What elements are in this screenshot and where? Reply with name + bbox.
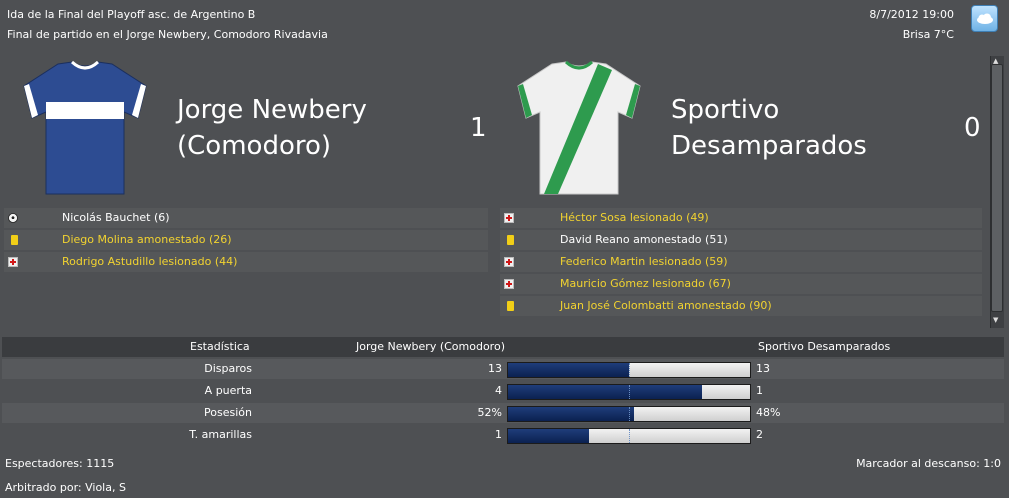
stat-label: T. amarillas <box>189 428 252 441</box>
halftime-score: Marcador al descanso: 1:0 <box>856 457 1001 470</box>
stat-bar-fill <box>508 385 702 399</box>
home-team-name-line1: Jorge Newbery <box>177 95 367 125</box>
stat-home-value: 13 <box>488 362 502 375</box>
weather-button[interactable] <box>971 5 998 32</box>
match-datetime: 8/7/2012 19:00 <box>869 8 954 21</box>
stat-bar-midline <box>629 363 630 377</box>
match-weather: Brisa 7°C <box>902 28 954 41</box>
home-event-row[interactable]: Rodrigo Astudillo lesionado (44) <box>4 252 488 272</box>
home-event-row[interactable]: Nicolás Bauchet (6) <box>4 208 488 228</box>
stat-bar-fill <box>508 429 589 443</box>
stat-bar <box>507 406 751 422</box>
yellow-card-icon <box>507 301 514 311</box>
away-event-text: Juan José Colombatti amonestado (90) <box>560 299 772 312</box>
match-title: Ida de la Final del Playoff asc. de Arge… <box>7 8 256 21</box>
stat-bar-midline <box>629 429 630 443</box>
away-event-text: Federico Martin lesionado (59) <box>560 255 728 268</box>
stat-row: T. amarillas 1 2 <box>2 425 1004 445</box>
home-team-name-line2: (Comodoro) <box>177 131 332 161</box>
stat-bar-fill <box>508 363 629 377</box>
stat-label: Disparos <box>204 362 252 375</box>
stat-bar-midline <box>629 407 630 421</box>
injury-icon <box>504 257 514 267</box>
stat-away-value: 48% <box>756 406 781 419</box>
injury-icon <box>504 213 514 223</box>
stat-bar <box>507 362 751 378</box>
stats-col-away: Sportivo Desamparados <box>758 340 891 353</box>
stat-home-value: 4 <box>495 384 502 397</box>
stat-bar <box>507 428 751 444</box>
yellow-card-icon <box>11 235 18 245</box>
away-event-row[interactable]: Héctor Sosa lesionado (49) <box>500 208 982 228</box>
away-team-name: Sportivo Desamparados <box>671 92 931 164</box>
home-event-text: Nicolás Bauchet (6) <box>62 211 170 224</box>
away-event-row[interactable]: Federico Martin lesionado (59) <box>500 252 982 272</box>
stat-home-value: 52% <box>477 406 502 419</box>
away-team-name-line1: Sportivo <box>671 95 780 125</box>
stat-row: A puerta 4 1 <box>2 381 1004 401</box>
goal-ball-icon <box>8 213 18 223</box>
home-event-text: Diego Molina amonestado (26) <box>62 233 232 246</box>
stat-bar-fill <box>508 407 634 421</box>
injury-icon <box>504 279 514 289</box>
stats-header: Estadística Jorge Newbery (Comodoro) Spo… <box>2 337 1004 357</box>
stat-label: A puerta <box>204 384 252 397</box>
home-event-row[interactable]: Diego Molina amonestado (26) <box>4 230 488 250</box>
scrollbar-thumb[interactable] <box>991 64 1003 312</box>
yellow-card-icon <box>507 235 514 245</box>
stats-col-home: Jorge Newbery (Comodoro) <box>356 340 505 353</box>
stats-col-stat: Estadística <box>190 340 250 353</box>
stat-label: Posesión <box>204 406 252 419</box>
stat-home-value: 1 <box>495 428 502 441</box>
away-event-text: Héctor Sosa lesionado (49) <box>560 211 709 224</box>
stat-away-value: 13 <box>756 362 770 375</box>
scroll-up-icon[interactable]: ▲ <box>993 57 998 65</box>
scroll-down-icon[interactable]: ▼ <box>993 316 998 324</box>
injury-icon <box>8 257 18 267</box>
away-event-row[interactable]: Juan José Colombatti amonestado (90) <box>500 296 982 316</box>
stat-away-value: 2 <box>756 428 763 441</box>
away-event-text: David Reano amonestado (51) <box>560 233 728 246</box>
spectators-count: Espectadores: 1115 <box>5 457 115 470</box>
away-team-name-line2: Desamparados <box>671 131 867 161</box>
away-kit-shirt <box>517 60 641 195</box>
away-score: 0 <box>964 113 981 143</box>
home-score: 1 <box>470 113 487 143</box>
stat-bar-midline <box>629 385 630 399</box>
home-kit-shirt <box>23 60 147 195</box>
stat-row: Disparos 13 13 <box>2 359 1004 379</box>
match-subtitle: Final de partido en el Jorge Newbery, Co… <box>7 28 328 41</box>
stat-away-value: 1 <box>756 384 763 397</box>
away-event-row[interactable]: Mauricio Gómez lesionado (67) <box>500 274 982 294</box>
stat-row: Posesión 52% 48% <box>2 403 1004 423</box>
home-event-text: Rodrigo Astudillo lesionado (44) <box>62 255 238 268</box>
stat-bar <box>507 384 751 400</box>
cloud-icon <box>976 13 993 24</box>
home-team-name: Jorge Newbery (Comodoro) <box>177 92 417 164</box>
away-event-text: Mauricio Gómez lesionado (67) <box>560 277 731 290</box>
away-event-row[interactable]: David Reano amonestado (51) <box>500 230 982 250</box>
referee-name: Arbitrado por: Viola, S <box>5 481 126 494</box>
